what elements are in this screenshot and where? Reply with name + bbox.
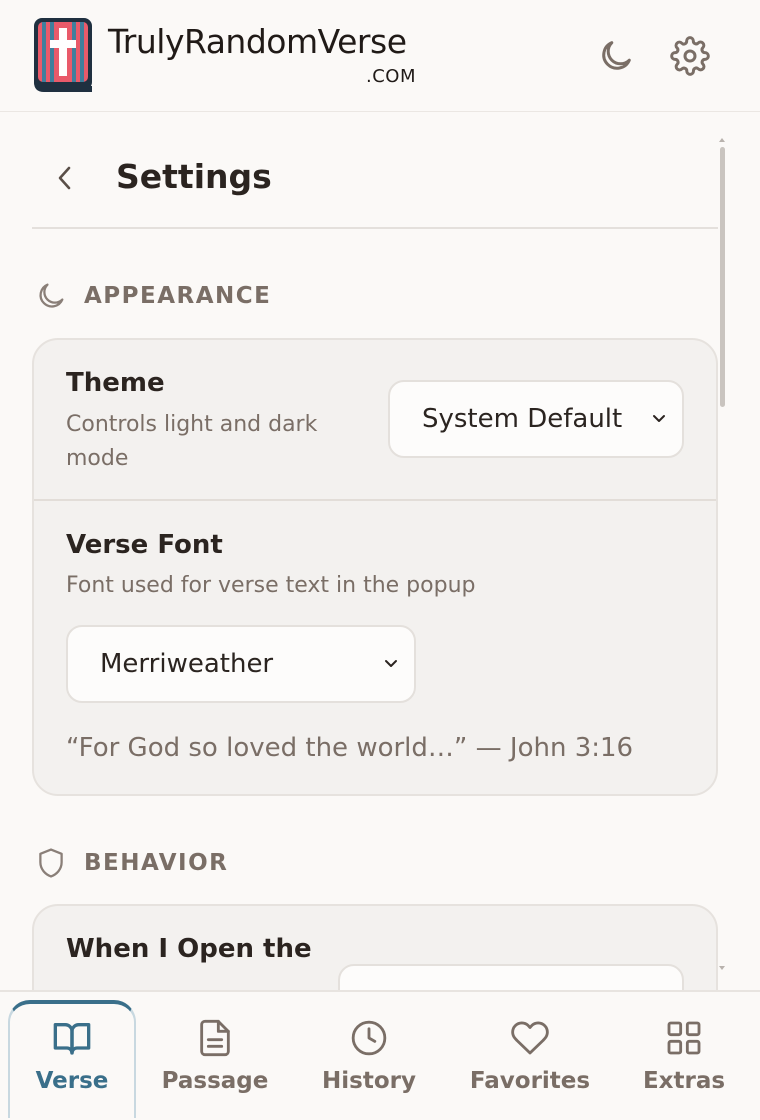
nav-label: Extras [642, 1068, 726, 1094]
heart-icon [511, 1021, 549, 1055]
brand-name: TrulyRandomVerse [108, 22, 407, 61]
bible-logo-icon[interactable] [32, 16, 94, 96]
verse-font-select-value: Merriweather [100, 649, 274, 679]
open-behavior-title: When I Open the [66, 934, 312, 964]
nav-label: Favorites [469, 1068, 591, 1094]
theme-title: Theme [66, 368, 165, 398]
appearance-card: Theme Controls light and dark mode Syste… [32, 338, 718, 796]
grid-icon [667, 1021, 701, 1055]
chevron-left-icon [58, 166, 71, 190]
theme-select-value: System Default [422, 404, 623, 434]
chevron-down-icon [653, 415, 665, 422]
settings-header: Settings [32, 113, 718, 229]
nav-label: History [322, 1068, 416, 1094]
moon-icon [602, 41, 631, 70]
section-label-appearance: APPEARANCE [84, 283, 272, 309]
theme-description: Controls light and dark mode [66, 412, 318, 471]
clock-icon [351, 1020, 387, 1056]
settings-button[interactable] [668, 34, 712, 78]
scroll-down-arrow-icon[interactable] [719, 965, 725, 971]
nav-item-favorites[interactable]: Favorites [452, 992, 608, 1120]
brand-tld: .COM [366, 66, 416, 87]
theme-toggle-button[interactable] [594, 34, 638, 78]
section-label-behavior: BEHAVIOR [84, 850, 229, 876]
verse-font-title: Verse Font [66, 530, 223, 560]
back-button[interactable] [50, 159, 80, 197]
settings-scroll-area[interactable]: Settings APPEARANCE Theme Controls light… [0, 113, 760, 990]
nav-item-passage[interactable]: Passage [144, 992, 286, 1120]
nav-item-verse[interactable]: Verse [0, 992, 144, 1120]
app-header: TrulyRandomVerse .COM [0, 0, 760, 112]
scroll-up-arrow-icon[interactable] [719, 137, 725, 143]
behavior-card: When I Open the [32, 904, 718, 990]
bottom-nav: Verse Passage History Favorites Extras [0, 990, 760, 1120]
scrollbar-thumb[interactable] [720, 147, 725, 407]
open-behavior-select[interactable] [338, 964, 684, 990]
verse-font-preview: “For God so loved the world…” — John 3:1… [66, 733, 634, 763]
nav-item-history[interactable]: History [298, 992, 440, 1120]
row-divider [34, 499, 716, 501]
moon-icon [39, 283, 64, 308]
nav-label: Verse [35, 1068, 109, 1094]
book-open-icon [53, 1023, 91, 1055]
document-icon [200, 1019, 230, 1057]
gear-icon [670, 36, 710, 76]
page-title: Settings [116, 157, 272, 196]
theme-select[interactable]: System Default [388, 380, 684, 458]
shield-icon [39, 848, 63, 878]
verse-font-select[interactable]: Merriweather [66, 625, 416, 703]
chevron-down-icon [385, 660, 397, 667]
nav-label: Passage [161, 1068, 269, 1094]
nav-item-extras[interactable]: Extras [614, 992, 754, 1120]
verse-font-description: Font used for verse text in the popup [66, 573, 476, 598]
